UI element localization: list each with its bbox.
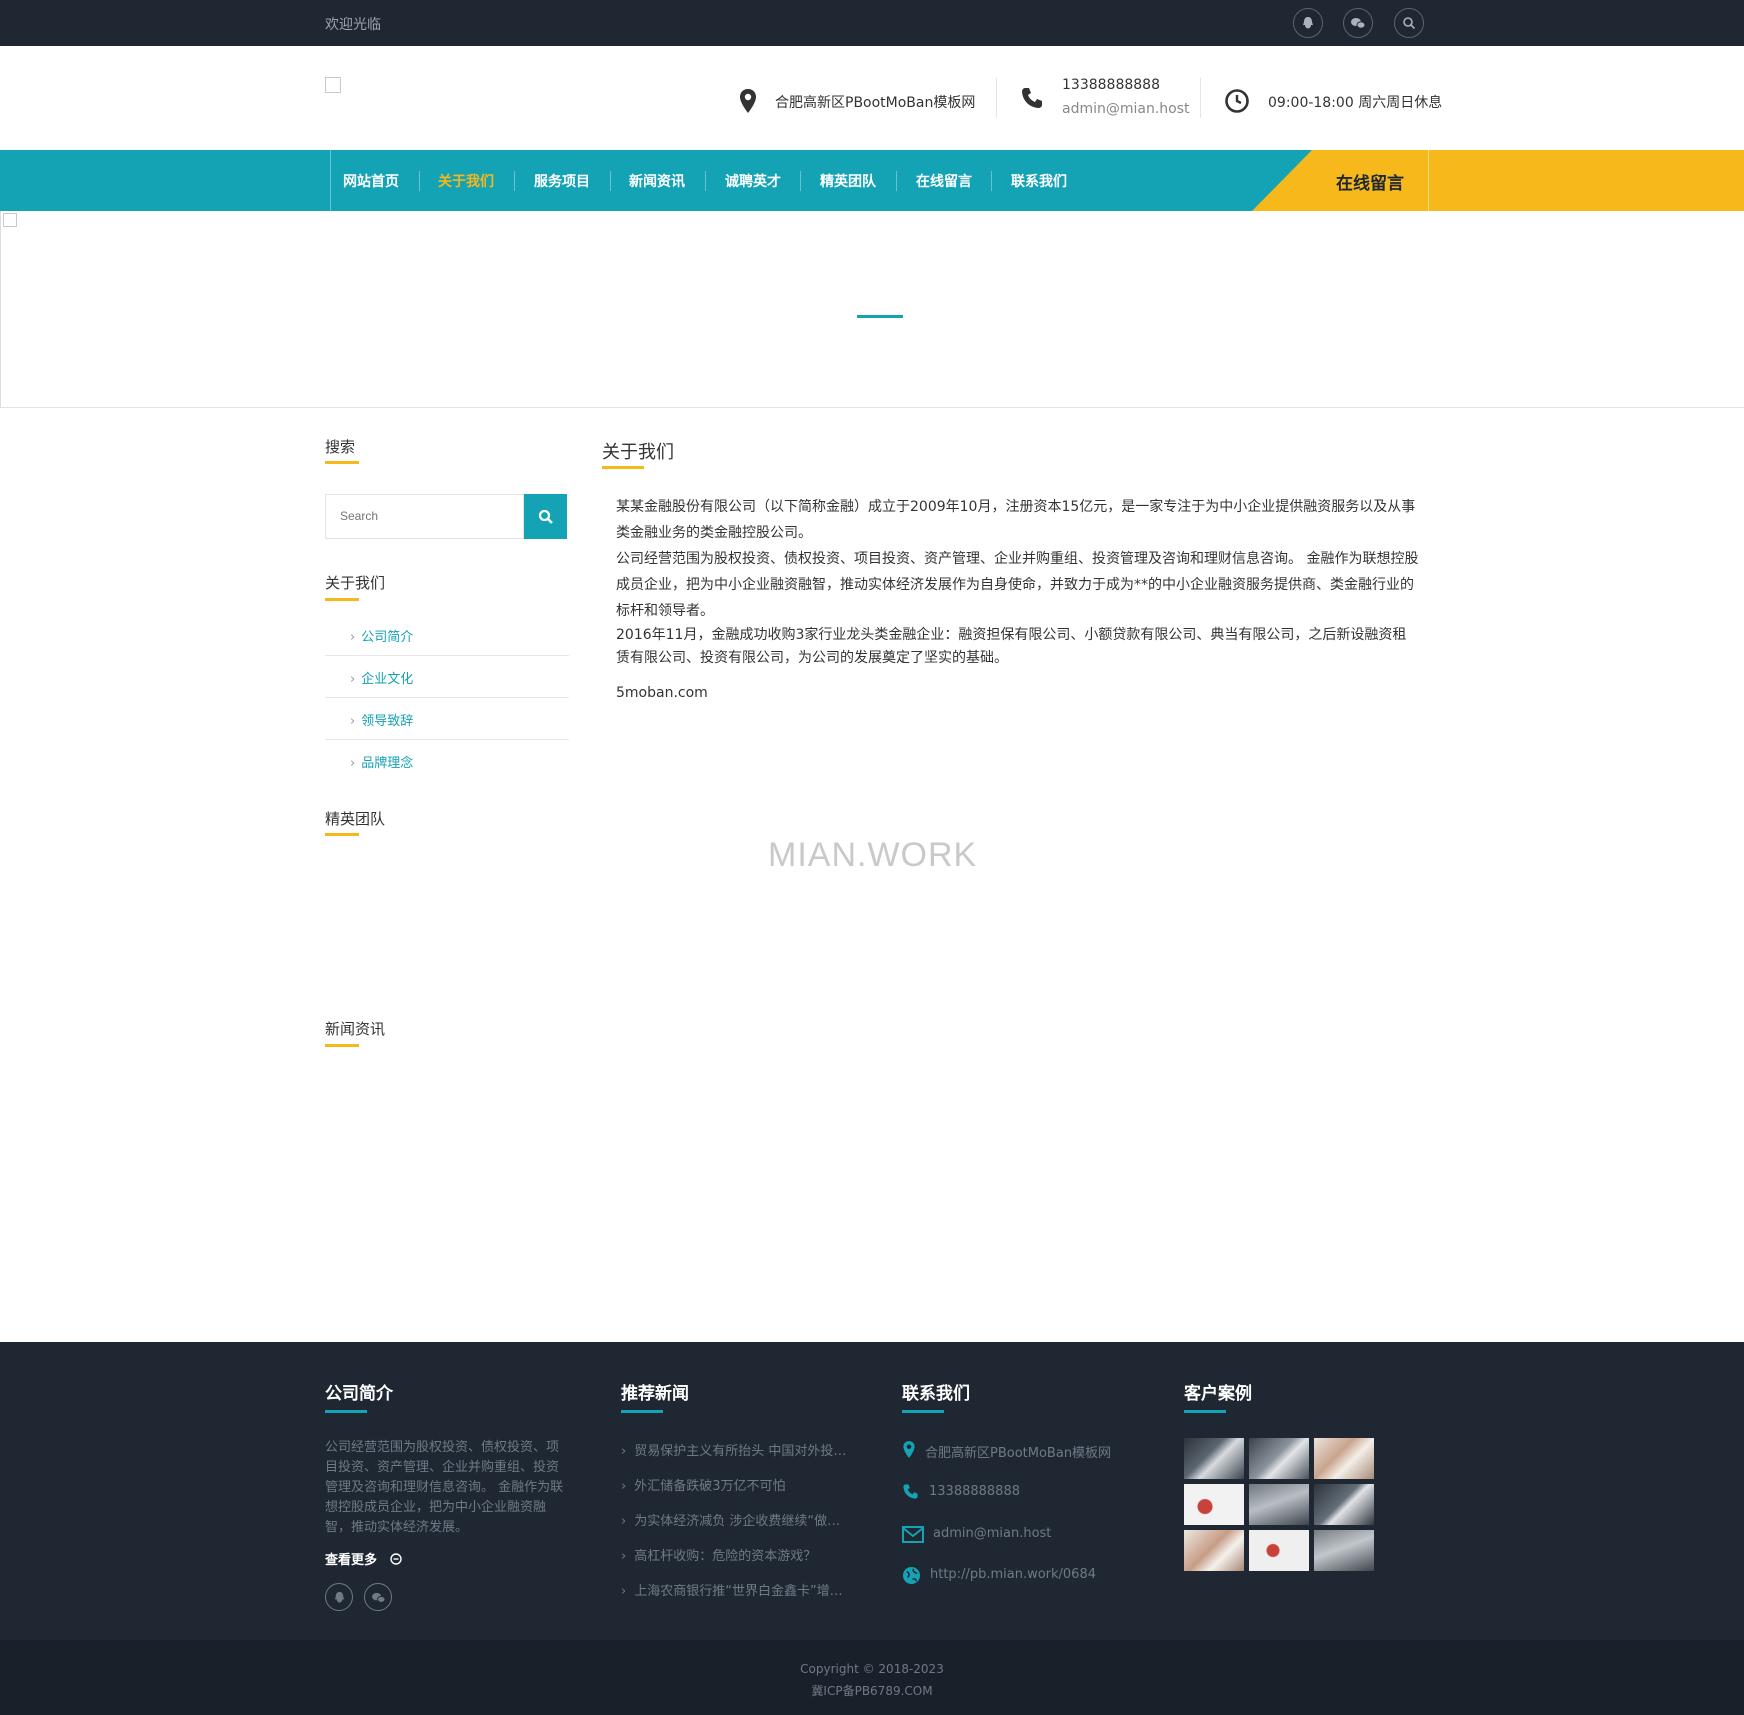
nav-item-team[interactable]: 精英团队 [820,171,876,191]
about-paragraph: 公司经营范围为股权投资、债权投资、项目投资、资产管理、企业并购重组、投资管理及咨… [616,551,1419,619]
nav-item-contact[interactable]: 联系我们 [1011,171,1067,191]
nav-item-jobs[interactable]: 诚聘英才 [725,171,781,191]
about-paragraph: 某某金融股份有限公司（以下简称金融）成立于2009年10月，注册资本15亿元，是… [616,499,1416,541]
case-thumbnail[interactable] [1184,1530,1244,1571]
chevron-right-icon: › [621,1479,627,1494]
copyright-text: Copyright © 2018-2023 [800,1662,944,1676]
case-thumbnail[interactable] [1184,1438,1244,1479]
chevron-right-icon: › [621,1549,627,1564]
phone-icon [903,1484,918,1499]
banner-indicator[interactable] [857,315,903,318]
phone-icon [1022,88,1042,108]
header-divider [996,78,997,118]
sidebar-news-title: 新闻资讯 [325,1020,386,1038]
footer-email: admin@mian.host [933,1526,1052,1541]
location-icon [740,89,756,113]
chevron-right-icon: › [350,714,356,729]
arrow-circle-icon [389,1553,402,1565]
footer-news-item[interactable]: › 贸易保护主义有所抬头 中国对外投… [621,1440,846,1459]
nav-item-about[interactable]: 关于我们 [438,171,494,191]
footer: 公司简介 公司经营范围为股权投资、债权投资、项目投资、资产管理、企业并购重组、投… [0,1342,1744,1640]
view-more-link[interactable]: 查看更多 [325,1549,402,1568]
qq-icon[interactable] [1293,8,1323,38]
chevron-right-icon: › [621,1584,627,1599]
footer-about-text: 公司经营范围为股权投资、债权投资、项目投资、资产管理、企业并购重组、投资管理及咨… [325,1440,564,1535]
footer-cases-title: 客户案例 [1184,1384,1252,1404]
chevron-right-icon: › [621,1514,627,1529]
sidebar-about-title: 关于我们 [325,574,386,592]
sidebar-item-culture[interactable]: › 企业文化 [350,668,413,687]
logo[interactable] [325,77,341,93]
footer-contact-title: 联系我们 [902,1384,970,1404]
watermark: MIAN.WORK [768,836,978,874]
sidebar-item-company-profile[interactable]: › 公司简介 [350,626,413,645]
header-hours: 09:00-18:00 周六周日休息 [1268,95,1443,111]
sidebar-item-leader-speech[interactable]: › 领导致辞 [350,710,413,729]
copyright-bar: Copyright © 2018-2023 冀ICP备PB6789.COM [0,1640,1744,1715]
footer-website-link[interactable]: http://pb.mian.work/0684 [930,1567,1096,1582]
nav-item-home[interactable]: 网站首页 [343,171,399,191]
page-title: 关于我们 [602,442,674,463]
footer-news-item[interactable]: › 外汇储备跌破3万亿不可怕 [621,1475,785,1494]
online-message-button[interactable]: 在线留言 [1336,169,1404,194]
case-thumbnail[interactable] [1249,1530,1309,1571]
chevron-right-icon: › [621,1444,627,1459]
footer-qq-icon[interactable] [325,1583,353,1611]
case-thumbnail[interactable] [1314,1484,1374,1525]
banner [0,211,1744,408]
footer-phone: 13388888888 [929,1484,1020,1499]
icp-link[interactable]: 冀ICP备PB6789.COM [0,1682,1744,1699]
welcome-text: 欢迎光临 [325,17,381,33]
footer-address: 合肥高新区PBootMoBan模板网 [925,1446,1112,1461]
footer-news-item[interactable]: › 上海农商银行推“世界白金鑫卡”增… [621,1580,843,1599]
search-icon[interactable] [1394,8,1424,38]
search-icon [538,509,553,524]
nav-item-services[interactable]: 服务项目 [534,171,590,191]
footer-about-title: 公司简介 [325,1384,393,1404]
chevron-right-icon: › [350,630,356,645]
case-thumbnail[interactable] [1314,1438,1374,1479]
header-address: 合肥高新区PBootMoBan模板网 [775,95,976,111]
search-button[interactable] [524,494,567,539]
clock-icon [1225,89,1249,113]
case-thumbnail[interactable] [1314,1530,1374,1571]
case-thumbnail[interactable] [1249,1438,1309,1479]
footer-wechat-icon[interactable] [364,1583,392,1611]
site-header: 合肥高新区PBootMoBan模板网 13388888888 admin@mia… [0,46,1744,150]
cta-background [1252,150,1744,211]
about-paragraph: 2016年11月，金融成功收购3家行业龙头类金融企业：融资担保有限公司、小额贷款… [616,627,1407,666]
search-input[interactable] [325,494,524,539]
case-thumbnail[interactable] [1184,1484,1244,1525]
case-thumbnail[interactable] [1249,1484,1309,1525]
location-icon [903,1441,915,1458]
footer-news-item[interactable]: › 高杠杆收购：危险的资本游戏？ [621,1545,816,1564]
main-nav: 网站首页 关于我们 服务项目 新闻资讯 诚聘英才 精英团队 在线留言 联系我们 … [0,150,1744,211]
nav-item-message[interactable]: 在线留言 [916,171,972,191]
wechat-icon[interactable] [1343,8,1373,38]
header-divider [1200,78,1201,118]
chevron-right-icon: › [350,672,356,687]
sidebar-team-title: 精英团队 [325,810,386,828]
header-phone: 13388888888 [1062,77,1160,93]
sidebar-item-brand[interactable]: › 品牌理念 [350,752,413,771]
globe-icon [902,1566,921,1585]
top-bar: 欢迎光临 [0,0,1744,46]
sidebar-search-title: 搜索 [325,438,356,456]
footer-news-item[interactable]: › 为实体经济减负 涉企收费继续“做… [621,1510,840,1529]
footer-news-title: 推荐新闻 [621,1384,689,1404]
banner-image [3,213,17,227]
mail-icon [902,1526,924,1543]
header-email: admin@mian.host [1062,101,1190,117]
nav-item-news[interactable]: 新闻资讯 [629,171,685,191]
nav-inner [330,150,331,211]
chevron-right-icon: › [350,756,356,771]
source-text: 5moban.com [616,685,708,701]
